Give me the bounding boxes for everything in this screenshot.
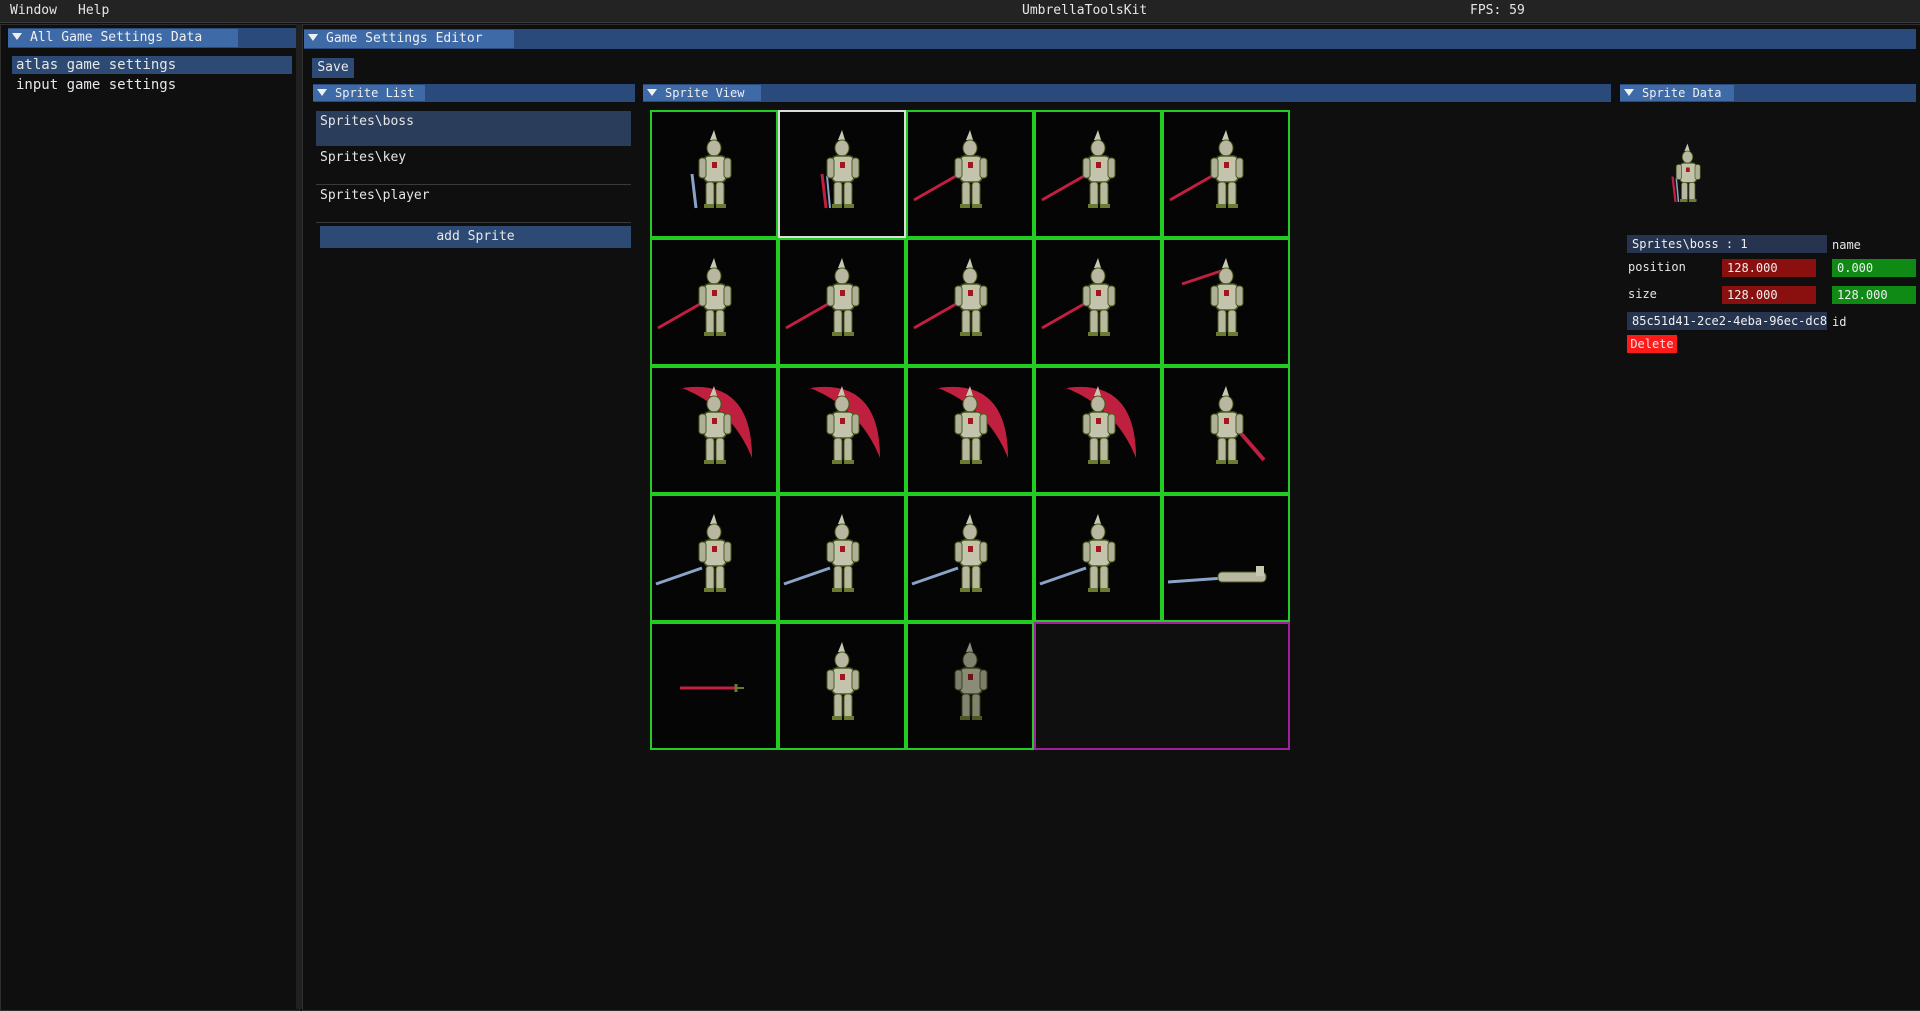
- knight-sprite-icon: [682, 386, 752, 464]
- knight-sprite-icon: [913, 130, 988, 208]
- knight-sprite-icon: [785, 258, 860, 336]
- knight-sprite-icon: [655, 514, 732, 592]
- sprite-cell[interactable]: [1034, 494, 1162, 622]
- settings-item-input[interactable]: input game settings: [12, 76, 292, 94]
- collapse-icon[interactable]: [317, 89, 327, 96]
- delete-button[interactable]: Delete: [1627, 335, 1677, 353]
- knight-sprite-icon: [690, 130, 732, 209]
- sprite-name-field[interactable]: Sprites\boss : 1: [1627, 235, 1827, 253]
- settings-item-atlas[interactable]: atlas game settings: [12, 56, 292, 74]
- sprite-data-title-text: Sprite Data: [1642, 86, 1722, 100]
- editor-title[interactable]: Game Settings Editor: [304, 30, 514, 48]
- sprite-cell[interactable]: [906, 110, 1034, 238]
- sprite-list-item-player[interactable]: Sprites\player: [316, 188, 631, 223]
- sprite-view-title[interactable]: Sprite View: [643, 85, 761, 101]
- size-y-field[interactable]: 128.000: [1832, 286, 1916, 304]
- sprite-cell[interactable]: [906, 238, 1034, 366]
- sprite-cell[interactable]: [1034, 110, 1162, 238]
- knight-sprite-icon: [938, 386, 1008, 464]
- position-x-field[interactable]: 128.000: [1722, 259, 1816, 277]
- sprite-cell[interactable]: [906, 366, 1034, 494]
- id-label: id: [1832, 315, 1847, 329]
- sprite-data-title[interactable]: Sprite Data: [1620, 85, 1734, 101]
- knight-sprite-icon: [1167, 566, 1267, 584]
- add-sprite-button[interactable]: add Sprite: [320, 226, 631, 248]
- sprite-cell[interactable]: [1162, 366, 1290, 494]
- sprite-cell[interactable]: [778, 494, 906, 622]
- sprite-view-titlebar: Sprite View: [643, 84, 1611, 102]
- knight-sprite-icon: [1041, 130, 1116, 208]
- menu-bar: Window Help UmbrellaToolsKit FPS: 59: [0, 0, 1920, 23]
- knight-sprite-icon: [913, 258, 988, 336]
- sprite-list-titlebar: Sprite List: [313, 84, 635, 102]
- sprite-cell[interactable]: [778, 238, 906, 366]
- knight-sprite-icon: [1041, 258, 1116, 336]
- sprite-cell[interactable]: [650, 238, 778, 366]
- sprite-id-field[interactable]: 85c51d41-2ce2-4eba-96ec-dc80: [1627, 312, 1827, 330]
- size-x-field[interactable]: 128.000: [1722, 286, 1816, 304]
- knight-sprite-icon: [826, 642, 860, 720]
- save-button[interactable]: Save: [312, 58, 354, 78]
- sprite-cell[interactable]: [1162, 494, 1290, 622]
- knight-sprite-icon: [1039, 514, 1116, 592]
- left-panel-title[interactable]: All Game Settings Data: [8, 29, 238, 47]
- knight-sprite-icon: [783, 514, 860, 592]
- sprite-cell[interactable]: [1034, 238, 1162, 366]
- empty-sprite-region: [1034, 622, 1290, 750]
- sprite-cell[interactable]: [906, 622, 1034, 750]
- knight-sprite-icon: [911, 514, 988, 592]
- left-panel-title-text: All Game Settings Data: [30, 30, 203, 45]
- left-panel-titlebar: All Game Settings Data: [8, 28, 296, 48]
- sprite-cell[interactable]: [1162, 110, 1290, 238]
- collapse-icon[interactable]: [1624, 89, 1634, 96]
- menu-help[interactable]: Help: [78, 3, 109, 18]
- editor-title-text: Game Settings Editor: [326, 31, 483, 46]
- sprite-cell[interactable]: [650, 110, 778, 238]
- sprite-cell[interactable]: [778, 622, 906, 750]
- collapse-icon[interactable]: [647, 89, 657, 96]
- knight-sprite-icon: [1210, 386, 1266, 464]
- all-game-settings-panel: [0, 24, 300, 1011]
- knight-sprite-icon: [657, 258, 732, 336]
- knight-sprite-icon: [1181, 258, 1244, 336]
- knight-sprite-icon: [810, 386, 880, 464]
- sprite-cell[interactable]: [778, 366, 906, 494]
- fps-counter: FPS: 59: [1470, 3, 1525, 18]
- menu-window[interactable]: Window: [10, 3, 57, 18]
- sprite-cell[interactable]: [650, 366, 778, 494]
- knight-sprite-icon: [680, 684, 744, 692]
- size-label: size: [1628, 287, 1657, 301]
- sprite-cell[interactable]: [778, 110, 906, 238]
- sprite-data-titlebar: Sprite Data: [1620, 84, 1916, 102]
- position-y-field[interactable]: 0.000: [1832, 259, 1916, 277]
- editor-titlebar: Game Settings Editor: [304, 29, 1916, 49]
- collapse-icon[interactable]: [12, 33, 22, 40]
- sprite-list-item-boss[interactable]: Sprites\boss: [316, 111, 631, 146]
- sprite-view-title-text: Sprite View: [665, 86, 745, 100]
- knight-sprite-icon: [1169, 130, 1244, 208]
- sprite-cell[interactable]: [650, 622, 778, 750]
- name-label: name: [1832, 238, 1861, 252]
- sprite-list-item-key[interactable]: Sprites\key: [316, 150, 631, 185]
- sprite-cell[interactable]: [1034, 366, 1162, 494]
- position-label: position: [1628, 260, 1686, 274]
- sprite-list-title-text: Sprite List: [335, 86, 415, 100]
- knight-sprite-icon: [1066, 386, 1136, 464]
- sprite-cell[interactable]: [650, 494, 778, 622]
- app-title: UmbrellaToolsKit: [1022, 3, 1148, 18]
- sprite-cell[interactable]: [1162, 238, 1290, 366]
- collapse-icon[interactable]: [308, 34, 318, 41]
- knight-sprite-icon: [820, 130, 860, 209]
- knight-preview-icon: [1671, 143, 1701, 203]
- sprite-list-title[interactable]: Sprite List: [313, 85, 425, 101]
- sprite-preview: [1656, 130, 1716, 220]
- knight-sprite-icon: [954, 642, 988, 720]
- sprite-cell[interactable]: [906, 494, 1034, 622]
